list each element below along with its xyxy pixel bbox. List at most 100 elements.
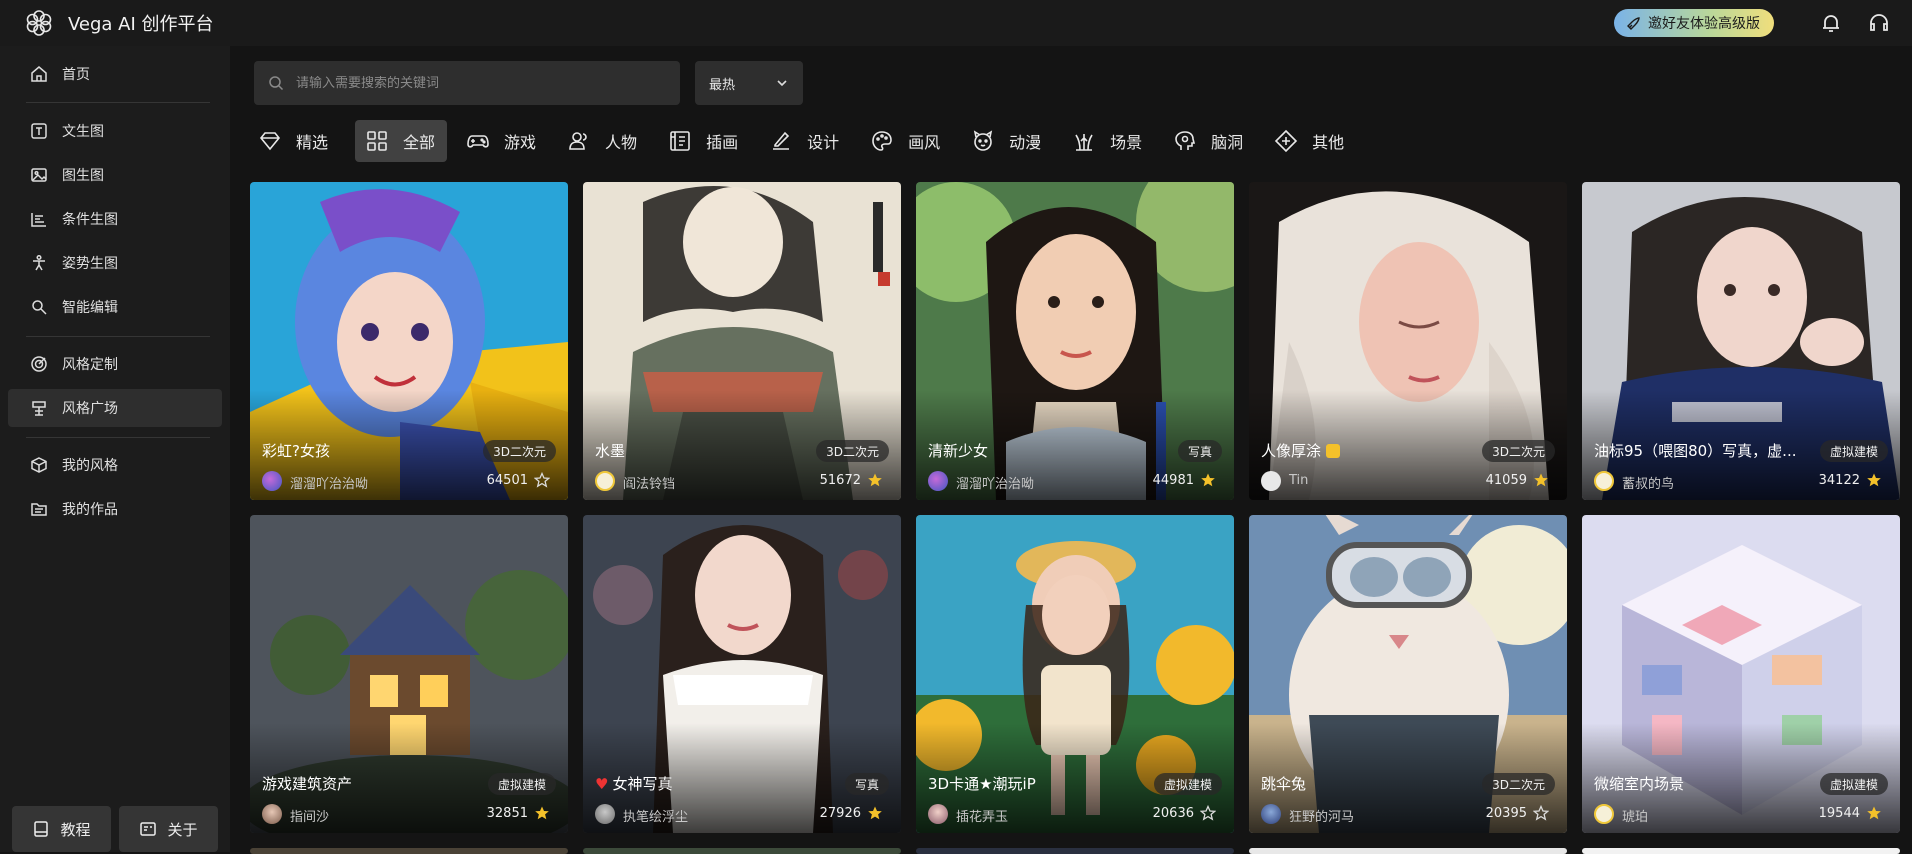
card-tag[interactable]: 3D二次元 [1482, 440, 1555, 462]
about-label: 关于 [167, 820, 198, 839]
star-filled-icon[interactable] [534, 805, 550, 821]
avatar[interactable] [928, 471, 948, 491]
card-author[interactable]: 阎法铃铛 [623, 473, 675, 492]
star-filled-icon[interactable] [1200, 472, 1216, 488]
invite-friends-button[interactable]: 邀好友体验高级版 [1614, 9, 1774, 37]
tab-games[interactable]: 游戏 [462, 120, 548, 162]
card-title: 水墨 [595, 442, 626, 460]
style-card[interactable]: 彩虹?女孩 3D二次元 溜溜吖治治呦 64501 [250, 182, 568, 500]
card-author[interactable]: 蓄叔的鸟 [1622, 473, 1674, 492]
card-tag[interactable]: 虚拟建模 [1153, 773, 1222, 795]
star-filled-icon[interactable] [1866, 805, 1882, 821]
sidebar-item-my-styles[interactable]: 我的风格 [8, 446, 222, 484]
style-card[interactable]: 3D卡通★潮玩iP 虚拟建模 插花弄玉 20636 [916, 515, 1234, 833]
app-title: Vega AI 创作平台 [68, 14, 214, 35]
style-card[interactable]: 油标95（喂图80）写真，虚... 虚拟建模 蓄叔的鸟 34122 [1582, 182, 1900, 500]
cube-icon [31, 457, 47, 473]
card-tag[interactable]: 3D二次元 [483, 440, 556, 462]
tab-illustration[interactable]: 插画 [664, 120, 750, 162]
star-filled-icon[interactable] [1533, 472, 1549, 488]
style-card[interactable]: 水墨 3D二次元 阎法铃铛 51672 [583, 182, 901, 500]
sidebar-item-label: 文生图 [62, 124, 104, 140]
tab-scene[interactable]: 场景 [1068, 120, 1154, 162]
tab-other[interactable]: 其他 [1270, 120, 1356, 162]
search-box[interactable] [254, 61, 680, 105]
card-author[interactable]: 溜溜吖治治呦 [956, 473, 1034, 492]
avatar[interactable] [262, 471, 282, 491]
style-card[interactable] [250, 848, 568, 854]
card-tag[interactable]: 虚拟建模 [1819, 773, 1888, 795]
avatar[interactable] [1261, 804, 1281, 824]
search-input[interactable] [296, 75, 676, 91]
sidebar-item-style-plaza[interactable]: 风格广场 [8, 389, 222, 427]
star-filled-icon[interactable] [867, 805, 883, 821]
sort-dropdown[interactable]: 最热 [695, 61, 803, 105]
app-logo[interactable]: Vega AI 创作平台 [24, 8, 214, 38]
sidebar-item-my-works[interactable]: 我的作品 [8, 490, 222, 528]
card-tag[interactable]: 虚拟建模 [487, 773, 556, 795]
style-card[interactable]: 清新少女 写真 溜溜吖治治呦 44981 [916, 182, 1234, 500]
star-outline-icon[interactable] [1200, 805, 1216, 821]
card-author[interactable]: 执笔绘浮尘 [623, 806, 688, 825]
style-card[interactable]: 微缩室内场景 虚拟建模 琥珀 19544 [1582, 515, 1900, 833]
pose-icon [33, 254, 45, 271]
card-tag[interactable]: 3D二次元 [816, 440, 889, 462]
style-card[interactable]: 人像厚涂 3D二次元 Tin 41059 [1249, 182, 1567, 500]
invite-label: 邀好友体验高级版 [1648, 16, 1760, 32]
avatar[interactable] [262, 804, 282, 824]
other-icon [1275, 129, 1298, 153]
tab-art-style[interactable]: 画风 [866, 120, 952, 162]
sidebar-item-smart-edit[interactable]: 智能编辑 [8, 288, 222, 326]
style-card[interactable] [1582, 848, 1900, 854]
card-tag[interactable]: 写真 [844, 773, 889, 795]
tab-people[interactable]: 人物 [563, 120, 649, 162]
avatar[interactable] [1594, 471, 1614, 491]
card-author[interactable]: 溜溜吖治治呦 [290, 473, 368, 492]
style-card[interactable]: 跳伞兔 3D二次元 狂野的河马 20395 [1249, 515, 1567, 833]
sidebar-item-pose[interactable]: 姿势生图 [8, 244, 222, 282]
style-card[interactable]: 游戏建筑资产 虚拟建模 指间沙 32851 [250, 515, 568, 833]
avatar[interactable] [1261, 471, 1281, 491]
notification-button[interactable] [1818, 10, 1844, 36]
info-card-icon [140, 822, 157, 836]
card-author[interactable]: 琥珀 [1622, 806, 1648, 825]
star-filled-icon[interactable] [867, 472, 883, 488]
card-tag[interactable]: 虚拟建模 [1819, 440, 1888, 462]
folder-icon [31, 503, 47, 516]
plaza-icon [32, 401, 46, 416]
card-author[interactable]: 插花弄玉 [956, 806, 1008, 825]
style-card[interactable] [583, 848, 901, 854]
avatar[interactable] [1594, 804, 1614, 824]
sidebar-item-home[interactable]: 首页 [8, 55, 222, 93]
book-icon [34, 821, 49, 837]
sidebar-item-label: 我的风格 [62, 458, 118, 474]
card-tag[interactable]: 写真 [1177, 440, 1222, 462]
tab-design[interactable]: 设计 [765, 120, 851, 162]
sidebar-item-style-custom[interactable]: 风格定制 [8, 345, 222, 383]
avatar[interactable] [928, 804, 948, 824]
tab-brainstorm[interactable]: 脑洞 [1169, 120, 1255, 162]
style-card[interactable] [1249, 848, 1567, 854]
card-count: 32851 [486, 806, 528, 821]
card-author[interactable]: 指间沙 [290, 806, 329, 825]
avatar[interactable] [595, 471, 615, 491]
search-icon [269, 76, 284, 91]
about-button[interactable]: 关于 [119, 806, 218, 852]
style-card[interactable]: ♥ 女神写真 写真 执笔绘浮尘 27926 [583, 515, 901, 833]
tab-all[interactable]: 全部 [355, 120, 448, 162]
style-card[interactable] [916, 848, 1234, 854]
sidebar-item-conditional[interactable]: 条件生图 [8, 200, 222, 238]
tutorial-button[interactable]: 教程 [12, 806, 111, 852]
star-outline-icon[interactable] [534, 472, 550, 488]
card-tag[interactable]: 3D二次元 [1482, 773, 1555, 795]
card-author[interactable]: 狂野的河马 [1289, 806, 1354, 825]
tab-anime[interactable]: 动漫 [967, 120, 1053, 162]
sidebar-item-image-to-image[interactable]: 图生图 [8, 156, 222, 194]
support-button[interactable] [1866, 10, 1892, 36]
avatar[interactable] [595, 804, 615, 824]
star-filled-icon[interactable] [1866, 472, 1882, 488]
tab-featured[interactable]: 精选 [254, 120, 340, 162]
star-outline-icon[interactable] [1533, 805, 1549, 821]
card-author[interactable]: Tin [1289, 473, 1308, 488]
sidebar-item-text-to-image[interactable]: 文生图 [8, 112, 222, 150]
